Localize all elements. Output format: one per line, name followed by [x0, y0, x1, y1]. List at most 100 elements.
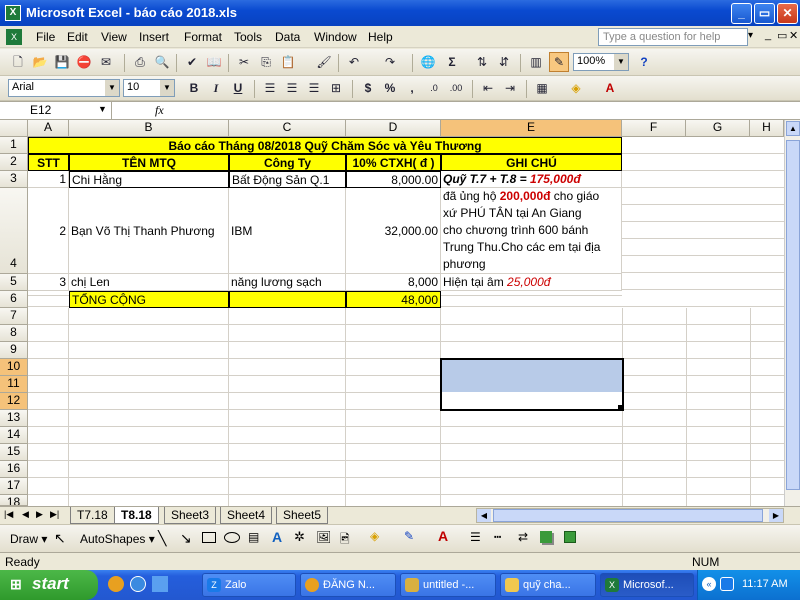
close-button[interactable]: ✕	[777, 3, 798, 24]
doc-close-button[interactable]: ✕	[789, 29, 798, 42]
help-search-input[interactable]: Type a question for help	[598, 28, 748, 46]
menu-window[interactable]: Window	[314, 30, 357, 44]
column-header-c[interactable]: C	[229, 120, 346, 137]
select-pointer-icon[interactable]: ↖	[54, 530, 66, 547]
font-size-select[interactable]: 10 ▼	[123, 79, 175, 97]
selection-range[interactable]	[440, 358, 624, 411]
cell-b4[interactable]: Bạn Võ Thị Thanh Phương	[69, 188, 229, 274]
cell-d3[interactable]: 8,000.00	[346, 171, 441, 188]
undo-icon[interactable]: ↶	[344, 52, 364, 72]
borders-icon[interactable]: ▦	[532, 78, 552, 98]
minimize-button[interactable]: _	[731, 3, 752, 24]
taskbar-item-chrome[interactable]: ĐĂNG N...	[300, 573, 396, 597]
merge-center-icon[interactable]: ⊞	[326, 78, 346, 98]
decrease-indent-icon[interactable]: ⇤	[478, 78, 498, 98]
menu-help[interactable]: Help	[368, 30, 393, 44]
email-icon[interactable]: ✉	[96, 52, 116, 72]
scroll-right-icon[interactable]: ▶	[769, 509, 783, 522]
horizontal-scrollbar[interactable]: ◀ ▶	[476, 508, 784, 523]
tab-sheet3[interactable]: Sheet3	[164, 507, 217, 524]
chevron-down-icon[interactable]: ▼	[614, 54, 628, 70]
column-header-f[interactable]: F	[622, 120, 686, 137]
doc-restore-button[interactable]: ▭	[777, 29, 787, 42]
prev-sheet-icon[interactable]: ◀	[22, 509, 29, 520]
tab-t8-18[interactable]: T8.18	[114, 507, 159, 524]
bold-icon[interactable]: B	[184, 78, 204, 98]
cell-c5[interactable]: năng lương sạch	[229, 274, 346, 291]
line-icon[interactable]: ╲	[158, 530, 166, 547]
zalo-tray-icon[interactable]	[720, 577, 734, 591]
italic-icon[interactable]: I	[206, 78, 226, 98]
row-header[interactable]: 13	[0, 410, 28, 427]
cell-e3[interactable]: Quỹ T.7 + T.8 = 175,000đ	[441, 171, 622, 188]
cell-b5[interactable]: chị Len	[69, 274, 229, 291]
picture-icon[interactable]: 🖻	[340, 530, 350, 551]
diagram-icon[interactable]: ✲	[294, 529, 305, 545]
permission-icon[interactable]: ⛔	[74, 52, 94, 72]
column-header-h[interactable]: H	[750, 120, 784, 137]
cut-icon[interactable]: ✂	[234, 52, 254, 72]
row-header[interactable]: 16	[0, 461, 28, 478]
doc-minimize-button[interactable]: _	[765, 29, 771, 41]
scroll-thumb[interactable]	[786, 140, 800, 490]
taskbar-item-zalo[interactable]: Z Zalo	[202, 573, 296, 597]
increase-indent-icon[interactable]: ⇥	[500, 78, 520, 98]
chevron-down-icon[interactable]: ▾	[748, 30, 753, 41]
tab-sheet4[interactable]: Sheet4	[220, 507, 273, 524]
row-header[interactable]: 7	[0, 308, 28, 325]
font-color-icon[interactable]: A	[600, 78, 620, 98]
shadow-style-icon[interactable]	[540, 531, 552, 543]
desktop-quicklaunch-icon[interactable]	[152, 576, 168, 592]
fill-color-icon[interactable]: ◈	[370, 529, 379, 543]
chevron-down-icon[interactable]: ▼	[98, 104, 107, 114]
text-box-icon[interactable]: ▤	[248, 530, 259, 544]
menu-data[interactable]: Data	[275, 30, 300, 44]
redo-icon[interactable]: ↷	[380, 52, 400, 72]
copy-icon[interactable]: ⎘	[256, 52, 276, 72]
row-header[interactable]: 1	[0, 137, 28, 154]
menu-edit[interactable]: Edit	[67, 30, 88, 44]
function-icon[interactable]: fx	[155, 103, 164, 118]
cell-a3[interactable]: 1	[28, 171, 69, 188]
cell-a5[interactable]: 3	[28, 274, 69, 291]
percent-icon[interactable]: %	[380, 78, 400, 98]
chart-wizard-icon[interactable]: ▥	[526, 52, 546, 72]
increase-decimal-icon[interactable]: .0	[424, 78, 444, 98]
header-ten-mtq[interactable]: TÊN MTQ	[69, 154, 229, 171]
excel-app-icon[interactable]: X	[5, 5, 21, 21]
clip-art-icon[interactable]: 🖼	[316, 530, 331, 544]
restore-button[interactable]: ▭	[754, 3, 775, 24]
name-box[interactable]: E12	[0, 102, 112, 120]
tab-t7-18[interactable]: T7.18	[70, 507, 115, 524]
chevron-down-icon[interactable]: ▼	[160, 80, 174, 96]
clock[interactable]: 11:17 AM	[742, 578, 788, 590]
horizontal-scroll-thumb[interactable]	[493, 509, 763, 522]
row-header[interactable]: 8	[0, 325, 28, 342]
taskbar-item-excel[interactable]: X Microsof...	[600, 573, 694, 597]
ie-quicklaunch-icon[interactable]	[130, 576, 146, 592]
wordart-icon[interactable]: A	[272, 529, 282, 545]
drawing-toggle-icon[interactable]: ✎	[549, 52, 569, 72]
cell-b3[interactable]: Chi Hằng	[69, 171, 229, 188]
header-stt[interactable]: STT	[28, 154, 69, 171]
sort-descending-icon[interactable]: ⇵	[494, 52, 514, 72]
header-ghi-chu[interactable]: GHI CHÚ	[441, 154, 622, 171]
tab-sheet5[interactable]: Sheet5	[276, 507, 329, 524]
cell-e5[interactable]: Hiện tại âm 25,000đ	[441, 274, 622, 291]
menu-format[interactable]: Format	[184, 30, 222, 44]
column-header-b[interactable]: B	[69, 120, 229, 137]
total-label-cell[interactable]: TỔNG CỘNG	[69, 291, 229, 308]
scroll-up-icon[interactable]: ▲	[786, 121, 800, 136]
row-header[interactable]: 12	[0, 393, 28, 410]
cell-d4[interactable]: 32,000.00	[346, 188, 441, 274]
row-header[interactable]: 2	[0, 154, 28, 171]
header-cong-ty[interactable]: Công Ty	[229, 154, 346, 171]
row-header[interactable]: 14	[0, 427, 28, 444]
line-style-icon[interactable]: ☰	[470, 530, 481, 544]
line-color-icon[interactable]: ✎	[404, 529, 414, 543]
menu-tools[interactable]: Tools	[234, 30, 262, 44]
cell-c4[interactable]: IBM	[229, 188, 346, 274]
format-painter-icon[interactable]: 🖌	[314, 52, 334, 72]
taskbar-item-paint[interactable]: untitled -...	[400, 573, 496, 597]
row-header[interactable]: 10	[0, 359, 28, 376]
